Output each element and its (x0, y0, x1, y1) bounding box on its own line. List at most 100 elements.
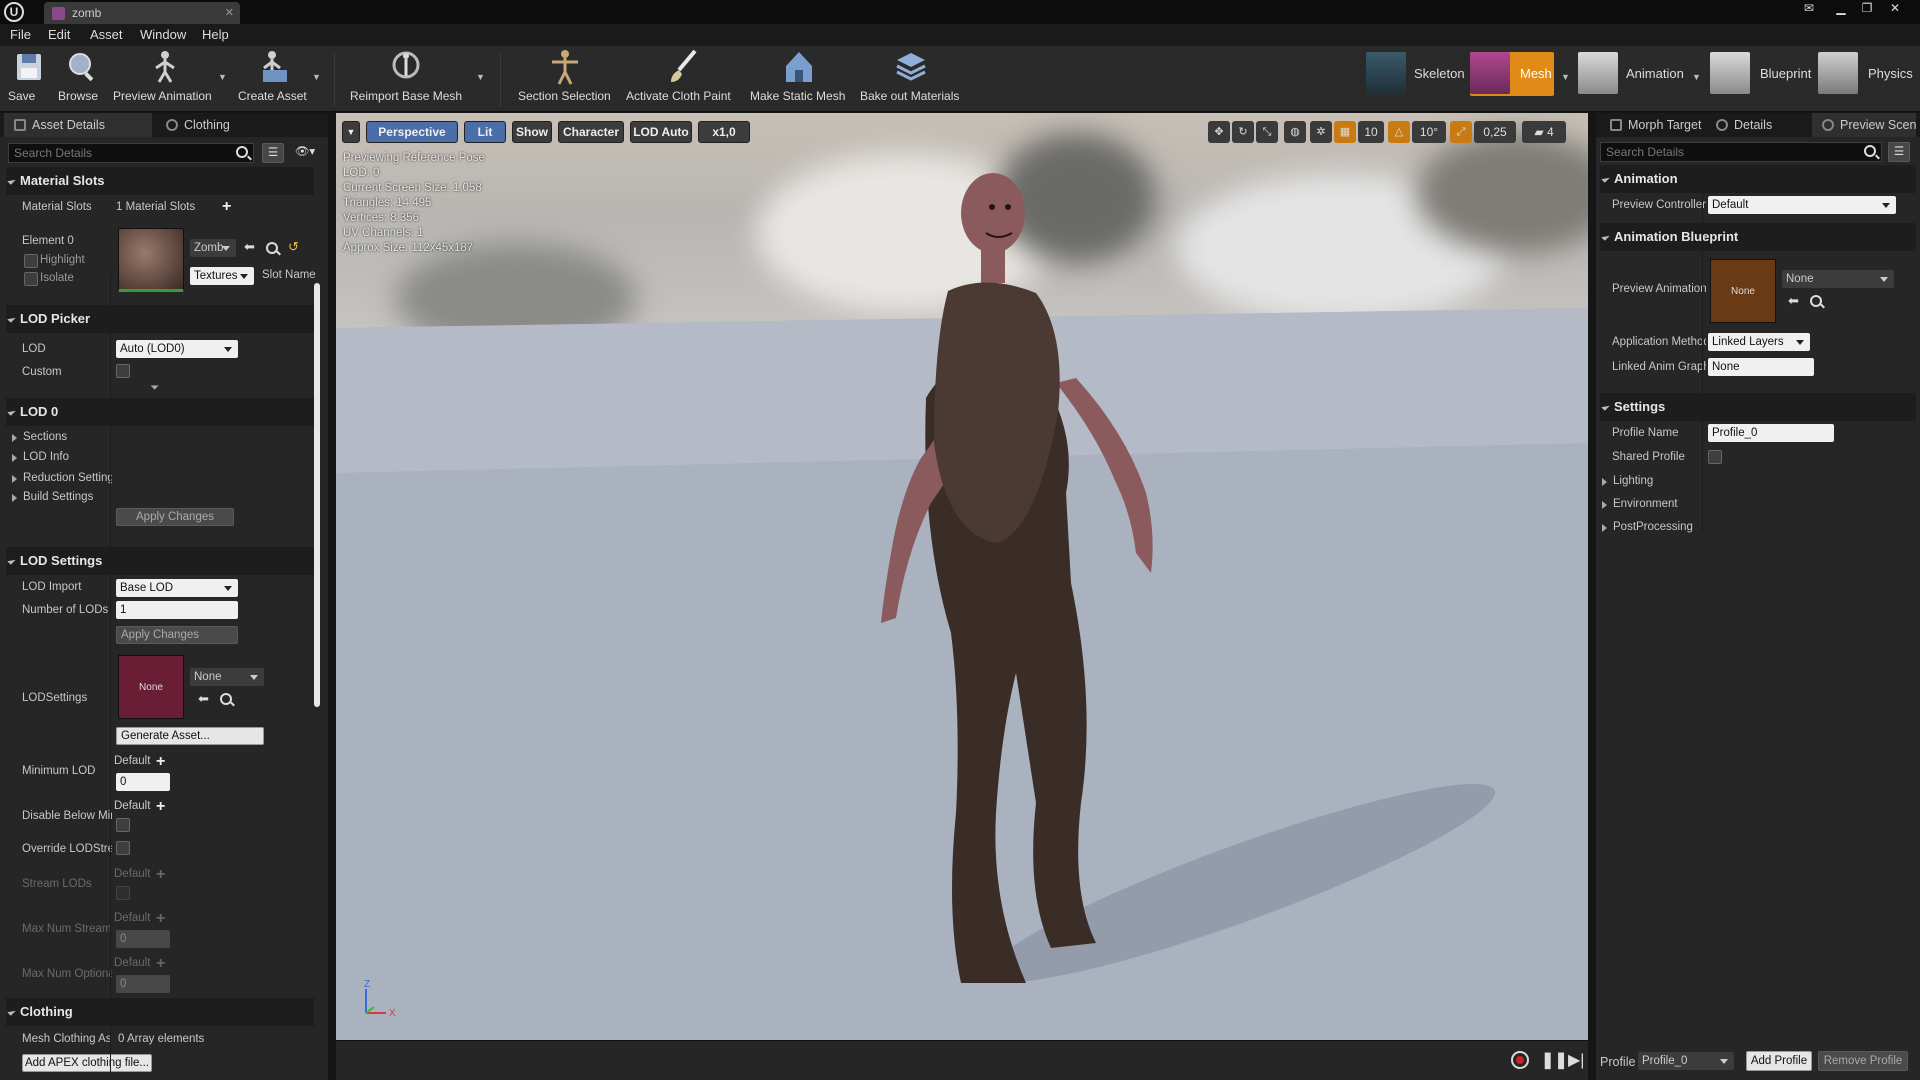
custom-checkbox[interactable] (116, 364, 130, 378)
preview-animation-button[interactable]: Preview Animation (113, 48, 217, 110)
linked-anim-graph-field[interactable]: None (1708, 358, 1814, 376)
section-lod-settings[interactable]: LOD Settings (6, 547, 314, 575)
menu-help[interactable]: Help (202, 24, 229, 46)
tab-morph-target-preview[interactable]: Morph Target Preview (1600, 113, 1704, 137)
perspective-button[interactable]: Perspective (366, 121, 458, 143)
minimum-lod-field[interactable]: 0 (116, 773, 170, 791)
browse-button[interactable]: Browse (58, 48, 104, 110)
rotation-snap-icon[interactable]: △ (1388, 121, 1410, 143)
close-window-icon[interactable]: ✕ (1882, 0, 1908, 18)
application-method-combo[interactable]: Linked Layers (1708, 333, 1810, 351)
grid-snap-value[interactable]: 10 (1358, 121, 1384, 143)
menu-asset[interactable]: Asset (90, 24, 123, 46)
scale-snap-icon[interactable]: ⤢ (1450, 121, 1472, 143)
notification-icon[interactable]: ✉ (1796, 0, 1822, 18)
override-lod-streaming-checkbox[interactable] (116, 841, 130, 855)
reduction-settings-item[interactable]: Reduction Settings (12, 472, 112, 484)
save-button[interactable]: Save (8, 48, 50, 110)
stream-lods-add-icon[interactable]: + (156, 867, 165, 883)
lodsettings-asset-combo[interactable]: None (190, 668, 264, 686)
mode-mesh[interactable]: Mesh (1470, 52, 1554, 96)
reset-material-icon[interactable]: ↺ (288, 240, 302, 253)
mesh-dropdown-icon[interactable]: ▼ (1561, 72, 1570, 82)
mode-skeleton[interactable]: Skeleton (1366, 52, 1465, 96)
surface-snap-icon[interactable]: ✲ (1310, 121, 1332, 143)
make-static-mesh-button[interactable]: Make Static Mesh (750, 48, 848, 110)
scale-snap-value[interactable]: 0,25 (1474, 121, 1516, 143)
lod-auto-button[interactable]: LOD Auto (630, 121, 692, 143)
anim-blueprint-browse-icon[interactable] (1810, 295, 1822, 307)
max-num-optional-add-icon[interactable]: + (156, 956, 165, 972)
highlight-checkbox[interactable] (24, 254, 38, 268)
anim-blueprint-combo[interactable]: None (1782, 270, 1894, 288)
profile-name-field[interactable]: Profile_0 (1708, 424, 1834, 442)
disable-below-add-icon[interactable]: + (156, 799, 165, 815)
add-apex-clothing-button[interactable]: Add APEX clothing file... (22, 1054, 152, 1072)
mode-physics[interactable]: Physics (1818, 52, 1918, 96)
mode-blueprint[interactable]: Blueprint (1710, 52, 1814, 96)
build-settings-item[interactable]: Build Settings (12, 491, 93, 503)
tab-asset-details[interactable]: Asset Details (4, 113, 152, 137)
textures-combo[interactable]: Textures (190, 267, 254, 285)
playback-speed-button[interactable]: x1,0 (698, 121, 750, 143)
max-num-optional-field[interactable]: 0 (116, 975, 170, 993)
activate-cloth-paint-button[interactable]: Activate Cloth Paint (626, 48, 738, 110)
pause-icon[interactable]: ❚❚ (1541, 1050, 1568, 1070)
create-asset-button[interactable]: Create Asset (238, 48, 310, 110)
stream-lods-checkbox[interactable] (116, 886, 130, 900)
tab-clothing[interactable]: Clothing (156, 113, 306, 137)
world-local-icon[interactable]: ◍ (1284, 121, 1306, 143)
section-animation[interactable]: Animation (1600, 165, 1916, 193)
section-selection-button[interactable]: Section Selection (518, 48, 612, 110)
section-clothing[interactable]: Clothing (6, 998, 314, 1026)
lodsettings-thumbnail[interactable]: None (118, 655, 184, 719)
maximize-icon[interactable]: ❐ (1854, 0, 1880, 18)
minimize-icon[interactable]: ▁ (1828, 0, 1854, 18)
camera-speed-button[interactable]: ▰ 4 (1522, 121, 1566, 143)
isolate-checkbox[interactable] (24, 272, 38, 286)
section-animation-blueprint[interactable]: Animation Blueprint (1600, 223, 1916, 251)
reimport-base-mesh-button[interactable]: Reimport Base Mesh (350, 48, 462, 110)
lodsettings-browse-icon[interactable] (220, 693, 232, 705)
tab-details[interactable]: Details (1706, 113, 1810, 137)
tab-preview-scene-settings[interactable]: Preview Scene Settings (1812, 113, 1916, 137)
expand-advanced-icon[interactable]: ⏷ (150, 382, 159, 395)
viewport-options-button[interactable]: ▼ (342, 121, 360, 143)
max-num-streamed-add-icon[interactable]: + (156, 911, 165, 927)
reimport-dropdown-icon[interactable]: ▼ (476, 72, 485, 82)
add-material-slot-icon[interactable]: + (222, 199, 231, 215)
anim-blueprint-thumbnail[interactable]: None (1710, 259, 1776, 323)
character-button[interactable]: Character (558, 121, 624, 143)
scale-icon[interactable]: ⤡ (1256, 121, 1278, 143)
material-thumbnail[interactable] (118, 228, 184, 292)
create-asset-dropdown-icon[interactable]: ▼ (312, 72, 321, 82)
lod0-apply-changes-button[interactable]: Apply Changes (116, 508, 234, 526)
preview-animation-dropdown-icon[interactable]: ▼ (218, 72, 227, 82)
add-profile-button[interactable]: Add Profile (1746, 1051, 1812, 1071)
sections-item[interactable]: Sections (12, 431, 67, 443)
play-forward-icon[interactable]: ▶| (1568, 1050, 1584, 1070)
search-details-input[interactable]: Search Details (8, 143, 254, 163)
viewport[interactable]: ▼ Perspective Lit Show Character LOD Aut… (336, 113, 1588, 1040)
menu-file[interactable]: File (10, 24, 31, 46)
material-combo[interactable]: Zomb (190, 239, 236, 257)
section-lod-0[interactable]: LOD 0 (6, 398, 314, 426)
rotation-snap-value[interactable]: 10° (1412, 121, 1446, 143)
animation-dropdown-icon[interactable]: ▼ (1692, 72, 1701, 82)
ue-logo-icon[interactable]: U (4, 2, 24, 22)
menu-edit[interactable]: Edit (48, 24, 70, 46)
lighting-item[interactable]: Lighting (1602, 475, 1653, 487)
postprocessing-item[interactable]: PostProcessing (1602, 521, 1693, 533)
right-property-matrix-button[interactable]: ☰ (1888, 142, 1910, 162)
visibility-options-button[interactable]: 👁▾ (290, 143, 320, 163)
grid-snap-icon[interactable]: ▦ (1334, 121, 1356, 143)
disable-below-checkbox[interactable] (116, 818, 130, 832)
anim-blueprint-use-selected-icon[interactable]: ⬅ (1788, 294, 1802, 307)
generate-asset-button[interactable]: Generate Asset... (116, 727, 264, 745)
bake-out-materials-button[interactable]: Bake out Materials (860, 48, 962, 110)
lod-info-item[interactable]: LOD Info (12, 451, 69, 463)
lod-combo[interactable]: Auto (LOD0) (116, 340, 238, 358)
lod-import-combo[interactable]: Base LOD (116, 579, 238, 597)
shared-profile-checkbox[interactable] (1708, 450, 1722, 464)
lod-settings-apply-changes-button[interactable]: Apply Changes (116, 626, 238, 644)
